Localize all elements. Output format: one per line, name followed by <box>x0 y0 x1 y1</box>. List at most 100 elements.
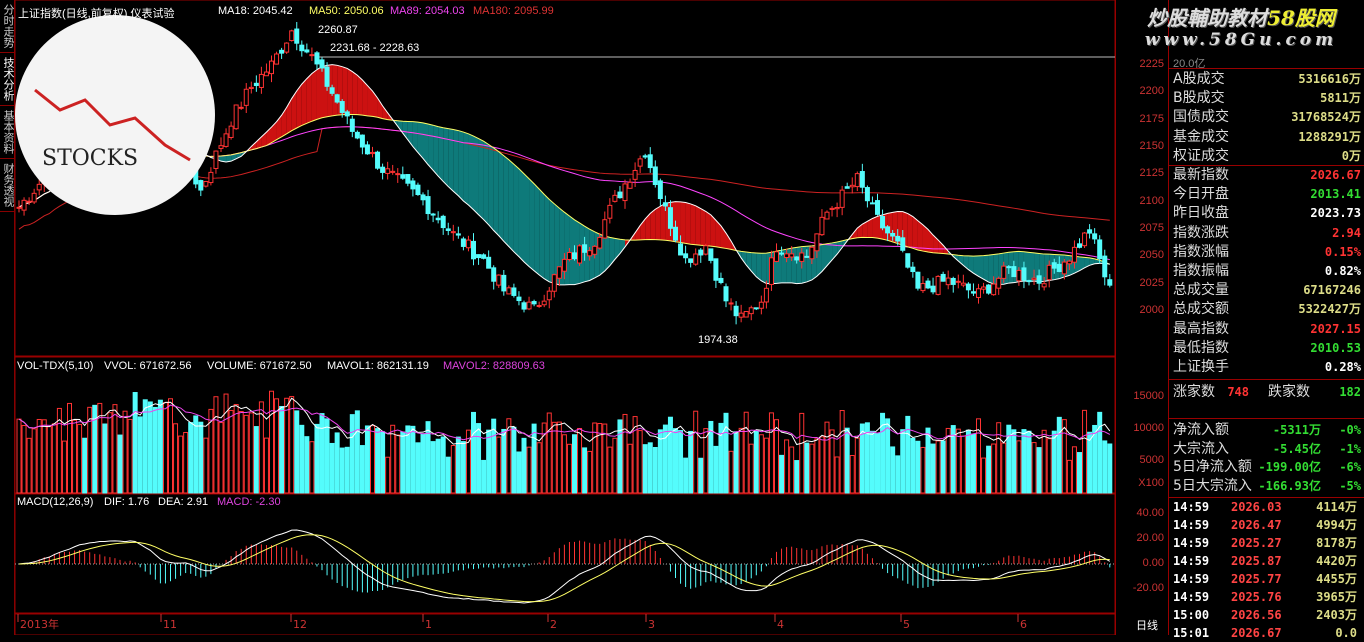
stat-value: 0.28% <box>1324 360 1361 374</box>
stat-label: 总成交量 <box>1173 282 1229 299</box>
candle-body <box>950 277 956 285</box>
ma-cloud-segment <box>660 203 666 241</box>
ma-cloud-segment <box>1029 252 1035 282</box>
candle-body <box>410 180 416 190</box>
ma-cloud-segment <box>872 216 878 239</box>
volume-bar <box>955 428 961 494</box>
kline-chart[interactable]: STOCKS2013年 11 12 1 2 3 4 5 6 <box>15 0 1115 635</box>
candle-body <box>577 245 583 264</box>
candle-body <box>506 287 512 295</box>
candle-body <box>839 189 845 208</box>
stat-value: 2010.53 <box>1310 340 1361 355</box>
ma-cloud-segment <box>347 68 353 115</box>
candle-body <box>511 287 517 296</box>
volume-bar <box>501 428 507 494</box>
candle-body <box>471 240 476 260</box>
candle-body <box>521 302 527 310</box>
candle-body <box>364 144 370 155</box>
stat-row: 国债成交 31768524万 <box>1173 108 1361 127</box>
flow-row: 净流入额 -5311万 -0% <box>1173 421 1361 440</box>
candle-body <box>501 274 507 292</box>
volume-bar <box>1016 440 1022 494</box>
volume-bar <box>531 423 537 494</box>
volume-bar <box>289 396 295 494</box>
volume-bar <box>147 401 153 494</box>
tab-technical-analysis[interactable]: 技术分析 <box>0 53 15 106</box>
volume-bar <box>592 422 598 494</box>
tab-financials[interactable]: 财务透视 <box>0 159 15 212</box>
volume-bar <box>647 442 653 494</box>
candle-body <box>344 111 350 117</box>
candle-body <box>814 233 820 252</box>
dif-line <box>18 529 1111 604</box>
stat-value: 2026.67 <box>1310 168 1361 182</box>
candle-body <box>556 266 562 279</box>
flow-label: 大宗流入 <box>1173 440 1229 457</box>
candle-body <box>940 273 946 282</box>
volume-bar <box>890 446 896 494</box>
candle-body <box>1006 266 1012 269</box>
stat-value: 5322427万 <box>1298 302 1361 317</box>
flow-row: 5日大宗流入 -166.93亿 -5% <box>1173 477 1361 496</box>
mavol2-label: MAVOL2: 828809.63 <box>443 360 545 372</box>
volume-bar <box>400 431 406 494</box>
volume-bar <box>410 425 416 494</box>
price-tick: 2125 <box>1139 167 1164 180</box>
candle-body <box>864 187 870 202</box>
volume-bar <box>117 434 123 494</box>
period-label[interactable]: 日线 <box>1136 617 1158 633</box>
ma-cloud-segment <box>458 130 464 201</box>
flow-value: -199.00亿 <box>1258 460 1321 474</box>
volume-bar <box>339 447 345 494</box>
ma-cloud-segment <box>433 125 439 177</box>
ma180-label: MA180: 2095.99 <box>473 5 554 17</box>
candle-body <box>935 275 941 295</box>
volume-bar <box>112 404 118 494</box>
price-tick: 2075 <box>1139 222 1164 235</box>
candle-body <box>875 200 880 215</box>
candle-body <box>738 312 744 318</box>
stat-row: 基金成交 1288291万 <box>1173 128 1361 147</box>
macd-indicator-name: MACD(12,26,9) <box>17 496 94 508</box>
macd-tick: 20.00 <box>1136 532 1164 544</box>
tab-fundamentals[interactable]: 基本资料 <box>0 106 15 159</box>
candle-body <box>1102 255 1108 278</box>
volume-tick: 15000 <box>1133 390 1164 402</box>
volume-bar <box>284 397 290 494</box>
volume-bar <box>930 443 936 494</box>
volume-bar <box>758 434 764 494</box>
volume-bar <box>67 402 72 494</box>
price-tick: 2175 <box>1139 112 1164 125</box>
candle-body <box>1056 263 1062 272</box>
tab-intraday[interactable]: 分时走势 <box>0 0 15 53</box>
vvol-label: VVOL: 671672.56 <box>104 360 192 372</box>
candle-body <box>198 180 204 191</box>
candle-body <box>794 256 800 261</box>
stat-value: 1288291万 <box>1298 129 1361 144</box>
stat-row: 权证成交 0万 <box>1173 147 1361 166</box>
range-annotation: 2231.68 - 2228.63 <box>330 42 420 54</box>
volume-bar <box>107 412 113 494</box>
volume-bar <box>137 416 143 494</box>
time-axis-label: 12 <box>293 618 307 631</box>
candle-body <box>1092 233 1098 240</box>
stat-label: A股成交 <box>1173 71 1225 87</box>
candle-body <box>1026 280 1032 283</box>
candle-body <box>723 286 729 302</box>
ma-cloud-segment <box>508 159 514 252</box>
volume-bar <box>1041 429 1047 494</box>
trade-volume: 4114万 <box>1316 500 1357 514</box>
volume-bar <box>875 432 880 494</box>
volume-bar <box>743 411 749 494</box>
candle-body <box>991 283 997 296</box>
macd-tick: 40.00 <box>1136 507 1164 519</box>
volume-bar <box>218 422 224 494</box>
volume-bar <box>1031 442 1037 494</box>
down-count: 182 <box>1339 385 1361 399</box>
volume-bar <box>839 410 845 494</box>
candle-body <box>385 168 391 174</box>
volume-bar <box>556 421 562 494</box>
candle-body <box>678 243 684 256</box>
trade-volume: 3965万 <box>1316 590 1357 604</box>
candle-body <box>996 277 1002 289</box>
